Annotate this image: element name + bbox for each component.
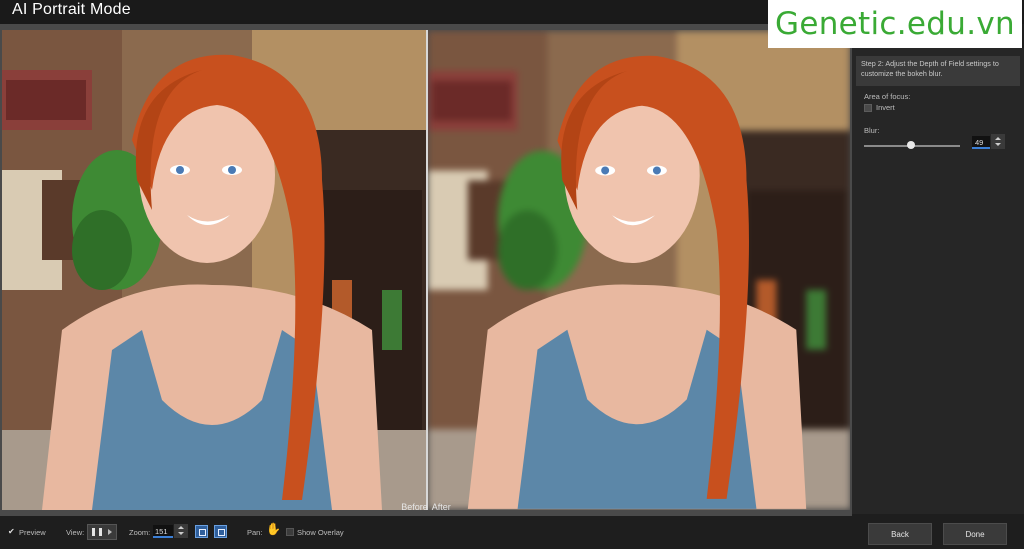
invert-option[interactable]: Invert — [864, 103, 895, 112]
after-photo — [428, 31, 850, 509]
compare-labels: Before After — [0, 502, 852, 516]
zoom-input[interactable]: 151 — [153, 525, 173, 538]
zoom-actual-size-icon[interactable] — [214, 525, 227, 538]
window-title: AI Portrait Mode — [12, 1, 131, 18]
zoom-spinner[interactable] — [174, 524, 188, 538]
show-overlay-checkbox[interactable] — [286, 528, 294, 536]
watermark-text: Genetic.edu.vn — [775, 6, 1015, 42]
blur-label: Blur: — [864, 126, 880, 135]
pan-label: Pan: — [247, 528, 263, 537]
chevron-right-icon — [108, 529, 112, 535]
done-button[interactable]: Done — [943, 523, 1007, 545]
zoom-fit-icon[interactable] — [195, 525, 208, 538]
back-button[interactable]: Back — [868, 523, 932, 545]
view-label: View: — [66, 528, 85, 537]
split-view-icon — [92, 528, 102, 536]
show-overlay-label[interactable]: Show Overlay — [297, 528, 344, 537]
area-of-focus-label: Area of focus: — [864, 92, 911, 101]
invert-checkbox[interactable] — [864, 103, 872, 112]
bottom-toolbar: ✔ Preview View: Zoom: 151 Pan: ✋ Show Ov… — [0, 516, 1024, 549]
preview-check-icon[interactable]: ✔ — [8, 528, 16, 536]
after-label: After — [431, 502, 451, 512]
after-image — [428, 30, 850, 510]
before-label: Before — [401, 502, 428, 512]
zoom-label: Zoom: — [129, 528, 151, 537]
preview-area — [0, 24, 852, 516]
blur-spinner[interactable] — [991, 134, 1005, 149]
preview-label[interactable]: Preview — [19, 528, 46, 537]
before-image — [2, 30, 426, 510]
before-photo — [2, 30, 426, 510]
settings-panel: Step 2: Adjust the Depth of Field settin… — [852, 48, 1024, 514]
view-mode-button[interactable] — [87, 524, 117, 540]
hand-icon[interactable]: ✋ — [266, 522, 281, 536]
invert-label: Invert — [876, 103, 895, 112]
watermark-logo: Genetic.edu.vn — [768, 0, 1022, 48]
step-instructions: Step 2: Adjust the Depth of Field settin… — [856, 56, 1020, 86]
blur-slider-thumb[interactable] — [907, 141, 916, 149]
split-divider[interactable] — [426, 30, 428, 510]
blur-value-input[interactable]: 49 — [972, 136, 990, 149]
